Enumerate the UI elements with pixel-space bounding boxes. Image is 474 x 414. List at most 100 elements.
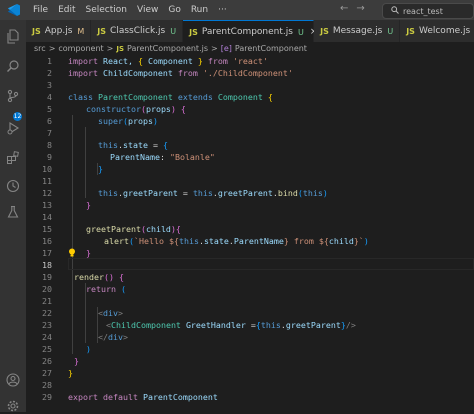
code-line: 22 <div> bbox=[26, 307, 474, 319]
line-number: 4 bbox=[47, 92, 52, 102]
code-line: 6 super(props) bbox=[26, 115, 474, 127]
line-number: 23 bbox=[42, 320, 52, 330]
line-number: 24 bbox=[42, 332, 52, 342]
code-token: div bbox=[108, 332, 123, 342]
line-number: 28 bbox=[42, 380, 52, 390]
code-token: ) bbox=[322, 188, 328, 198]
line-number: 17 bbox=[42, 248, 52, 258]
code-line: 5 constructor(props) { bbox=[26, 103, 474, 115]
code-token: this bbox=[178, 236, 199, 246]
tab-classclick-js[interactable]: JS ClassClick.js U bbox=[91, 20, 184, 42]
code-token: this bbox=[98, 188, 118, 198]
testing-flask-icon[interactable] bbox=[5, 204, 21, 220]
code-token: </ bbox=[98, 332, 108, 342]
code-line: 15 greetParent(child){ bbox=[26, 223, 474, 235]
code-token: this bbox=[302, 188, 323, 198]
line-number: 19 bbox=[42, 272, 52, 282]
code-line: 24 </div> bbox=[26, 331, 474, 343]
code-token: div bbox=[103, 308, 118, 318]
line-number: 9 bbox=[47, 152, 52, 162]
symbol-variable-icon: [e] bbox=[220, 44, 232, 53]
tab-message-js[interactable]: JS Message.js U bbox=[314, 20, 401, 42]
menu-go[interactable]: Go bbox=[163, 5, 185, 15]
menu-more[interactable]: ··· bbox=[213, 5, 232, 15]
tab-welcome-js[interactable]: JS Welcome.js U bbox=[400, 20, 474, 42]
timeline-icon[interactable] bbox=[5, 178, 21, 194]
breadcrumb-src[interactable]: src bbox=[34, 44, 46, 53]
code-token: : bbox=[159, 152, 170, 162]
tab-label: ClassClick.js bbox=[110, 26, 166, 36]
code-token: = bbox=[245, 320, 256, 330]
menu-view[interactable]: View bbox=[132, 5, 163, 15]
code-line: 19 render() { bbox=[26, 271, 474, 283]
extensions-icon[interactable] bbox=[5, 150, 21, 166]
code-token: } bbox=[68, 368, 73, 378]
code-token: > bbox=[118, 308, 123, 318]
code-token: { bbox=[175, 104, 186, 114]
code-line: 16 alert(`Hello ${this.state.ParentName}… bbox=[26, 235, 474, 247]
code-token: Component bbox=[212, 92, 268, 102]
code-token: from bbox=[177, 68, 198, 78]
code-token: export bbox=[68, 392, 98, 402]
code-token: /> bbox=[345, 320, 356, 330]
tab-app-js[interactable]: JS App.js M bbox=[26, 20, 92, 42]
javascript-file-icon: JS bbox=[406, 26, 415, 36]
navigation-arrows: ← → bbox=[340, 3, 365, 14]
forward-arrow-icon[interactable]: → bbox=[356, 3, 364, 14]
source-control-icon[interactable] bbox=[5, 88, 21, 104]
code-token: Component bbox=[142, 56, 198, 66]
code-token: }` bbox=[353, 236, 364, 246]
code-token: from bbox=[202, 56, 233, 66]
code-token: this bbox=[192, 188, 213, 198]
code-token: extends bbox=[177, 92, 213, 102]
javascript-file-icon: JS bbox=[97, 26, 107, 36]
tab-untracked-status: U bbox=[297, 27, 304, 37]
code-line: 11 bbox=[26, 175, 474, 187]
code-token: from bbox=[288, 236, 319, 246]
search-activity-icon[interactable] bbox=[5, 58, 21, 74]
line-number: 7 bbox=[47, 128, 52, 138]
vscode-logo-icon bbox=[6, 2, 22, 18]
breadcrumb-symbol[interactable]: ParentComponent bbox=[235, 44, 307, 53]
code-token: './ChildComponent' bbox=[197, 68, 293, 78]
code-token: ) bbox=[363, 236, 369, 246]
code-token: React, bbox=[97, 56, 138, 66]
code-token: import bbox=[68, 68, 98, 78]
code-line: 13 } bbox=[26, 199, 474, 211]
menu-file[interactable]: File bbox=[28, 5, 53, 15]
code-line: 3 bbox=[26, 79, 474, 91]
code-token: greetParent bbox=[217, 188, 273, 198]
code-token: > bbox=[123, 332, 128, 342]
menu-run[interactable]: Run bbox=[186, 5, 213, 15]
run-debug-icon[interactable] bbox=[5, 120, 21, 136]
code-token: GreetHandler bbox=[185, 320, 246, 330]
code-token: { bbox=[267, 92, 273, 102]
breadcrumb-component[interactable]: component bbox=[58, 44, 103, 53]
explorer-files-icon[interactable] bbox=[5, 28, 21, 44]
tab-label: ParentComponent.js bbox=[201, 27, 293, 37]
breadcrumb-separator: > bbox=[106, 44, 114, 53]
breadcrumb-file[interactable]: ParentComponent.js bbox=[127, 44, 208, 53]
line-number: 2 bbox=[47, 68, 52, 78]
menu-selection[interactable]: Selection bbox=[81, 5, 132, 15]
code-token: alert bbox=[104, 236, 129, 246]
menu-edit[interactable]: Edit bbox=[53, 5, 80, 15]
tab-untracked-status: U bbox=[387, 26, 394, 36]
code-token: ){ bbox=[170, 224, 181, 234]
tab-label: App.js bbox=[44, 26, 73, 36]
tab-modified-status: M bbox=[77, 26, 85, 36]
line-number: 14 bbox=[42, 212, 52, 222]
code-line: 21 bbox=[26, 295, 474, 307]
line-number: 26 bbox=[42, 356, 52, 366]
back-arrow-icon[interactable]: ← bbox=[340, 3, 348, 14]
command-center-search[interactable]: react_test bbox=[382, 3, 474, 19]
code-token: default bbox=[102, 392, 138, 402]
tab-parentcomponent-js[interactable]: JS ParentComponent.js U × bbox=[183, 20, 317, 42]
code-line: 29 export default ParentComponent bbox=[26, 391, 474, 403]
account-icon[interactable] bbox=[5, 372, 21, 388]
code-token: render bbox=[74, 272, 104, 282]
lightbulb-icon[interactable] bbox=[68, 248, 76, 258]
breadcrumb-separator: > bbox=[211, 44, 218, 53]
code-token: child bbox=[328, 236, 354, 246]
code-editor[interactable]: 1 import React, { Component } from 'reac… bbox=[26, 55, 474, 412]
